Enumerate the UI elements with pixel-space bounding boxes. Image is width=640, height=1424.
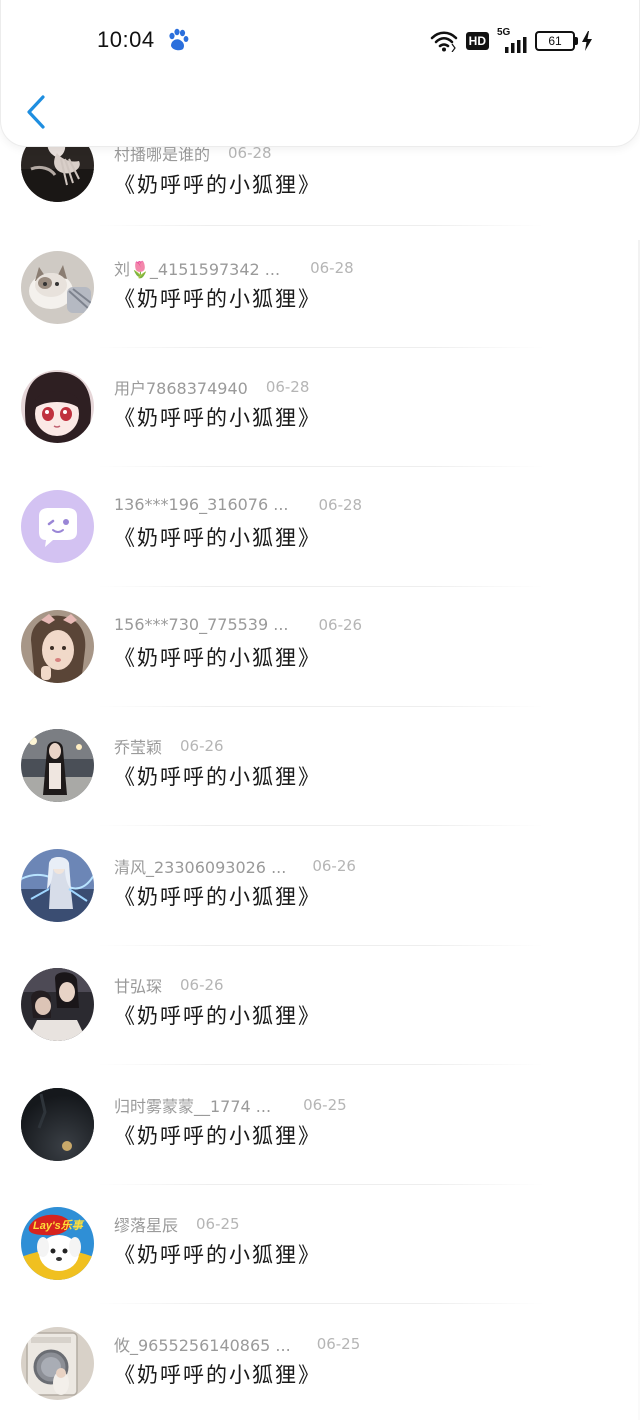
comment-meta: 156***730_775539 ... 06-26 [114,615,362,634]
avatar[interactable] [21,1088,94,1161]
charging-icon [582,31,592,51]
wifi-icon [430,31,457,52]
list-item[interactable]: Lay's乐事 缪落星辰 06-25 《奶呼呼的小狐狸》 [0,1185,640,1304]
divider [98,225,544,226]
comment-text: 《奶呼呼的小狐狸》 [114,1124,321,1148]
list-item[interactable]: 攸_9655256140865 ... 06-25 《奶呼呼的小狐狸》 [0,1305,640,1424]
back-button[interactable] [21,92,51,132]
app-notification-icon [169,28,189,51]
divider [98,1303,544,1304]
username[interactable]: 攸_9655256140865 ... [114,1332,291,1356]
comment-date: 06-26 [318,615,363,634]
comment-text: 《奶呼呼的小狐狸》 [114,173,321,197]
list-item[interactable]: 156***730_775539 ... 06-26 《奶呼呼的小狐狸》 [0,588,640,707]
avatar[interactable] [21,1327,94,1400]
comment-text: 《奶呼呼的小狐狸》 [114,885,321,909]
username[interactable]: 136***196_316076 ... [114,495,289,514]
comment-date: 06-25 [316,1335,361,1353]
comment-text: 《奶呼呼的小狐狸》 [114,1243,321,1267]
comment-text: 《奶呼呼的小狐狸》 [114,1004,321,1028]
comment-meta: 136***196_316076 ... 06-28 [114,495,362,514]
comment-meta: 乔莹颖 06-26 [114,734,224,758]
comment-date: 06-28 [265,378,310,396]
list-item[interactable]: 用户7868374940 06-28 《奶呼呼的小狐狸》 [0,348,640,467]
avatar[interactable] [21,370,94,443]
comment-date: 06-26 [312,857,356,875]
divider [98,1064,544,1065]
username[interactable]: 归时雾蒙蒙__1774 ... [114,1093,271,1117]
comment-date: 06-28 [318,495,363,514]
comment-meta: 刘🌷_4151597342 ... 06-28 [114,256,354,280]
chevron-left-icon [27,95,45,129]
comment-meta: 归时雾蒙蒙__1774 ... 06-25 [114,1093,347,1117]
cellular-signal-icon: 5G [497,27,527,53]
username[interactable]: 刘🌷_4151597342 ... [114,256,280,280]
username[interactable]: 缪落星辰 [114,1212,178,1236]
username[interactable]: 用户7868374940 [114,375,248,399]
avatar[interactable] [21,968,94,1041]
comment-text: 《奶呼呼的小狐狸》 [114,526,321,550]
top-bar: 10:04 HD 5G 61 [0,0,640,147]
comment-text: 《奶呼呼的小狐狸》 [114,406,321,430]
avatar[interactable] [21,849,94,922]
comment-text: 《奶呼呼的小狐狸》 [114,1363,321,1387]
avatar[interactable] [21,490,94,563]
hd-badge: HD [465,32,489,50]
list-item[interactable]: 乔莹颖 06-26 《奶呼呼的小狐狸》 [0,707,640,826]
divider [98,825,544,826]
comment-meta: 攸_9655256140865 ... 06-25 [114,1332,360,1356]
list-item[interactable]: 刘🌷_4151597342 ... 06-28 《奶呼呼的小狐狸》 [0,229,640,348]
avatar[interactable] [21,729,94,802]
list-item[interactable]: 清风_23306093026 ... 06-26 《奶呼呼的小狐狸》 [0,827,640,946]
username[interactable]: 清风_23306093026 ... [114,854,286,878]
divider [98,586,544,587]
status-time: 10:04 [97,27,155,52]
comment-date: 06-28 [310,259,354,277]
comment-text: 《奶呼呼的小狐狸》 [114,765,321,789]
comment-text: 《奶呼呼的小狐狸》 [114,287,321,311]
comment-meta: 甘弘琛 06-26 [114,973,224,997]
avatar[interactable]: Lay's乐事 [21,1207,94,1280]
divider [98,466,544,467]
comment-date: 06-26 [180,976,224,994]
username[interactable]: 乔莹颖 [114,734,162,758]
list-item[interactable]: 甘弘琛 06-26 《奶呼呼的小狐狸》 [0,946,640,1065]
avatar[interactable] [21,251,94,324]
comment-date: 06-25 [196,1215,240,1233]
battery-icon: 61 [535,31,578,51]
comment-meta: 用户7868374940 06-28 [114,375,309,399]
list-item[interactable]: 归时雾蒙蒙__1774 ... 06-25 《奶呼呼的小狐狸》 [0,1066,640,1185]
list-item[interactable]: 136***196_316076 ... 06-28 《奶呼呼的小狐狸》 [0,468,640,587]
comment-meta: 缪落星辰 06-25 [114,1212,240,1236]
avatar[interactable] [21,610,94,683]
comment-date: 06-25 [303,1096,347,1114]
battery-level: 61 [548,34,562,48]
comment-text: 《奶呼呼的小狐狸》 [114,646,321,670]
username[interactable]: 甘弘琛 [114,973,162,997]
comment-meta: 清风_23306093026 ... 06-26 [114,854,356,878]
comment-date: 06-26 [180,737,224,755]
username[interactable]: 156***730_775539 ... [114,615,289,634]
status-icons: HD 5G 61 [430,27,593,54]
svg-text:Lay's乐事: Lay's乐事 [33,1219,85,1232]
